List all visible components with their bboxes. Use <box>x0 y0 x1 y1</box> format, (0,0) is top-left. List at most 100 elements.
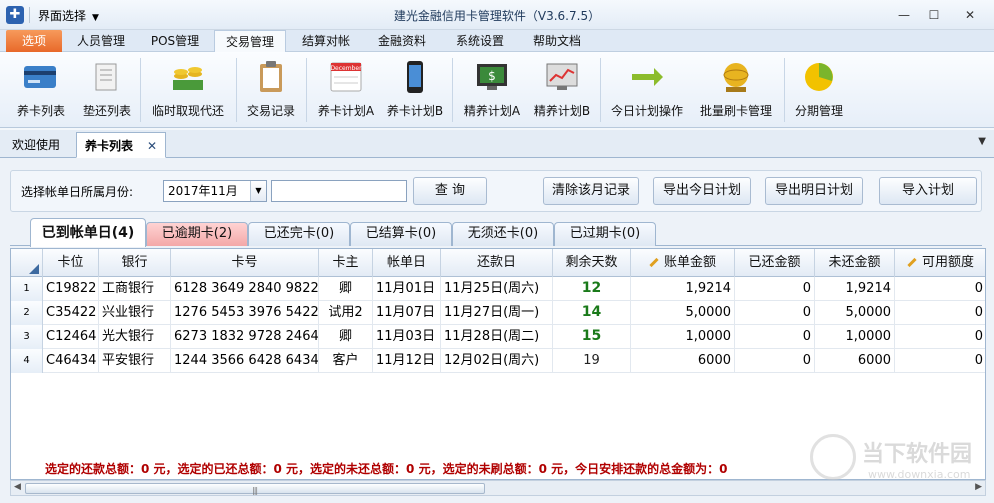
watermark-name: 当下软件园 <box>862 442 973 467</box>
cell-unpaid: 5,0000 <box>815 301 895 325</box>
today-plan-button[interactable]: 今日计划操作 <box>604 56 690 124</box>
header-paid[interactable]: 已还金额 <box>735 249 815 277</box>
header-slot[interactable]: 卡位 <box>43 249 99 277</box>
calendar-month-text: December <box>330 65 362 72</box>
cell-bank: 兴业银行 <box>99 301 171 325</box>
clear-month-button[interactable]: 清除该月记录 <box>543 177 639 205</box>
cell-bank: 光大银行 <box>99 325 171 349</box>
maximize-button[interactable]: ☐ <box>922 6 946 24</box>
month-select[interactable]: 2017年11月 ▼ <box>163 180 267 202</box>
ribbon-separator <box>236 58 237 122</box>
header-owner[interactable]: 卡主 <box>319 249 373 277</box>
fine-plan-a-label: 精养计划A <box>463 104 521 118</box>
fine-plan-b-button[interactable]: 精养计划B <box>528 56 596 124</box>
scroll-thumb[interactable]: ||| <box>25 483 485 495</box>
card-table: 卡位 银行 卡号 卡主 帐单日 还款日 剩余天数 账单金额 已还金额 未还金额 … <box>10 248 986 460</box>
cell-card-number: 1244 3566 6428 6434 <box>171 349 319 373</box>
menu-bar: 选项 人员管理 POS管理 交易管理 结算对帐 金融资料 系统设置 帮助文档 <box>0 30 994 53</box>
today-plan-label: 今日计划操作 <box>610 104 683 118</box>
chart-screen-icon <box>543 58 581 96</box>
menu-system[interactable]: 系统设置 <box>442 30 518 52</box>
coins-icon <box>169 58 207 96</box>
installment-button[interactable]: 分期管理 <box>786 56 852 124</box>
plan-a-button[interactable]: December 养卡计划A <box>310 56 382 124</box>
fine-plan-b-label: 精养计划B <box>533 104 591 118</box>
tab-settled[interactable]: 已结算卡(0) <box>350 222 452 246</box>
menu-personnel[interactable]: 人员管理 <box>66 30 136 52</box>
header-available[interactable]: 可用额度 <box>895 249 985 277</box>
cell-owner: 客户 <box>319 349 373 373</box>
temp-cash-label: 临时取现代还 <box>151 104 224 118</box>
fine-plan-a-button[interactable]: $ 精养计划A <box>456 56 528 124</box>
header-due-day[interactable]: 还款日 <box>441 249 553 277</box>
menu-settlement[interactable]: 结算对帐 <box>290 30 362 52</box>
table-row[interactable]: 2 C35422 兴业银行 1276 5453 3976 5422 试用2 11… <box>11 301 985 325</box>
cell-due-day: 11月25日(周六) <box>441 277 553 301</box>
header-bill-day[interactable]: 帐单日 <box>373 249 441 277</box>
plan-b-button[interactable]: 养卡计划B <box>382 56 448 124</box>
ribbon-separator <box>306 58 307 122</box>
clipboard-icon <box>252 58 290 96</box>
tab-overdue[interactable]: 已逾期卡(2) <box>146 222 248 246</box>
watermark: 当下软件园 www.downxia.com <box>810 432 985 492</box>
month-label: 选择帐单日所属月份: <box>21 185 134 199</box>
header-available-label: 可用额度 <box>921 255 974 270</box>
header-days-left[interactable]: 剩余天数 <box>553 249 631 277</box>
import-plan-button[interactable]: 导入计划 <box>879 177 977 205</box>
ui-select-label: 界面选择 <box>38 9 87 23</box>
ui-select-dropdown[interactable]: 界面选择 ▼ <box>38 7 99 24</box>
menu-help[interactable]: 帮助文档 <box>522 30 592 52</box>
menu-pos[interactable]: POS管理 <box>140 30 210 52</box>
scroll-left-icon[interactable]: ◀ <box>14 482 21 492</box>
export-tomorrow-button[interactable]: 导出明日计划 <box>765 177 863 205</box>
cell-owner: 试用2 <box>319 301 373 325</box>
header-bill-amount[interactable]: 账单金额 <box>631 249 735 277</box>
receipt-icon <box>88 58 126 96</box>
header-unpaid[interactable]: 未还金额 <box>815 249 895 277</box>
temp-cash-button[interactable]: 临时取现代还 <box>144 56 232 124</box>
cell-days-left: 12 <box>553 277 631 301</box>
search-input[interactable] <box>271 180 407 202</box>
menu-options[interactable]: 选项 <box>6 30 62 52</box>
ribbon-separator <box>452 58 453 122</box>
cell-available: 0 <box>895 349 985 373</box>
table-header: 卡位 银行 卡号 卡主 帐单日 还款日 剩余天数 账单金额 已还金额 未还金额 … <box>11 249 985 277</box>
table-row[interactable]: 4 C46434 平安银行 1244 3566 6428 6434 客户 11月… <box>11 349 985 373</box>
close-button[interactable]: ✕ <box>958 6 982 24</box>
card-list-button[interactable]: 养卡列表 <box>6 56 76 124</box>
table-row[interactable]: 1 C19822 工商银行 6128 3649 2840 9822 卿 11月0… <box>11 277 985 301</box>
cell-bill-day: 11月12日 <box>373 349 441 373</box>
tab-card-list[interactable]: 养卡列表 ✕ <box>76 132 167 159</box>
tab-dropdown-icon[interactable]: ▼ <box>978 136 986 147</box>
app-logo-icon: ✚ <box>6 6 24 24</box>
batch-swipe-label: 批量刷卡管理 <box>699 104 772 118</box>
header-bank[interactable]: 银行 <box>99 249 171 277</box>
tab-welcome[interactable]: 欢迎使用 <box>4 132 68 158</box>
transaction-record-button[interactable]: 交易记录 <box>240 56 302 124</box>
batch-swipe-button[interactable]: 批量刷卡管理 <box>692 56 780 124</box>
transaction-record-label: 交易记录 <box>246 104 295 118</box>
tab-billed[interactable]: 已到帐单日(4) <box>30 218 146 247</box>
search-button[interactable]: 查 询 <box>413 177 487 205</box>
money-screen-icon: $ <box>473 58 511 96</box>
advance-list-button[interactable]: 垫还列表 <box>76 56 138 124</box>
export-today-button[interactable]: 导出今日计划 <box>653 177 751 205</box>
title-separator <box>29 7 30 23</box>
cell-available: 0 <box>895 325 985 349</box>
cell-bill-amount: 1,9214 <box>631 277 735 301</box>
tab-expired[interactable]: 已过期卡(0) <box>554 222 656 246</box>
close-tab-icon[interactable]: ✕ <box>147 133 157 159</box>
cell-due-day: 12月02日(周六) <box>441 349 553 373</box>
menu-transaction[interactable]: 交易管理 <box>214 30 286 53</box>
menu-finance[interactable]: 金融资料 <box>366 30 438 52</box>
minimize-button[interactable]: — <box>892 6 916 24</box>
table-row[interactable]: 3 C12464 光大银行 6273 1832 9728 2464 卿 11月0… <box>11 325 985 349</box>
tab-no-repay[interactable]: 无须还卡(0) <box>452 222 554 246</box>
tab-paid-off[interactable]: 已还完卡(0) <box>248 222 350 246</box>
window-title: 建光金融信用卡管理软件（V3.6.7.5） <box>393 9 601 23</box>
header-card-number[interactable]: 卡号 <box>171 249 319 277</box>
ribbon-toolbar: 养卡列表 垫还列表 临时取现代还 交易记录 December 养卡计划A 养卡计… <box>0 52 994 128</box>
installment-label: 分期管理 <box>794 104 843 118</box>
ribbon-separator <box>784 58 785 122</box>
cell-available: 0 <box>895 301 985 325</box>
